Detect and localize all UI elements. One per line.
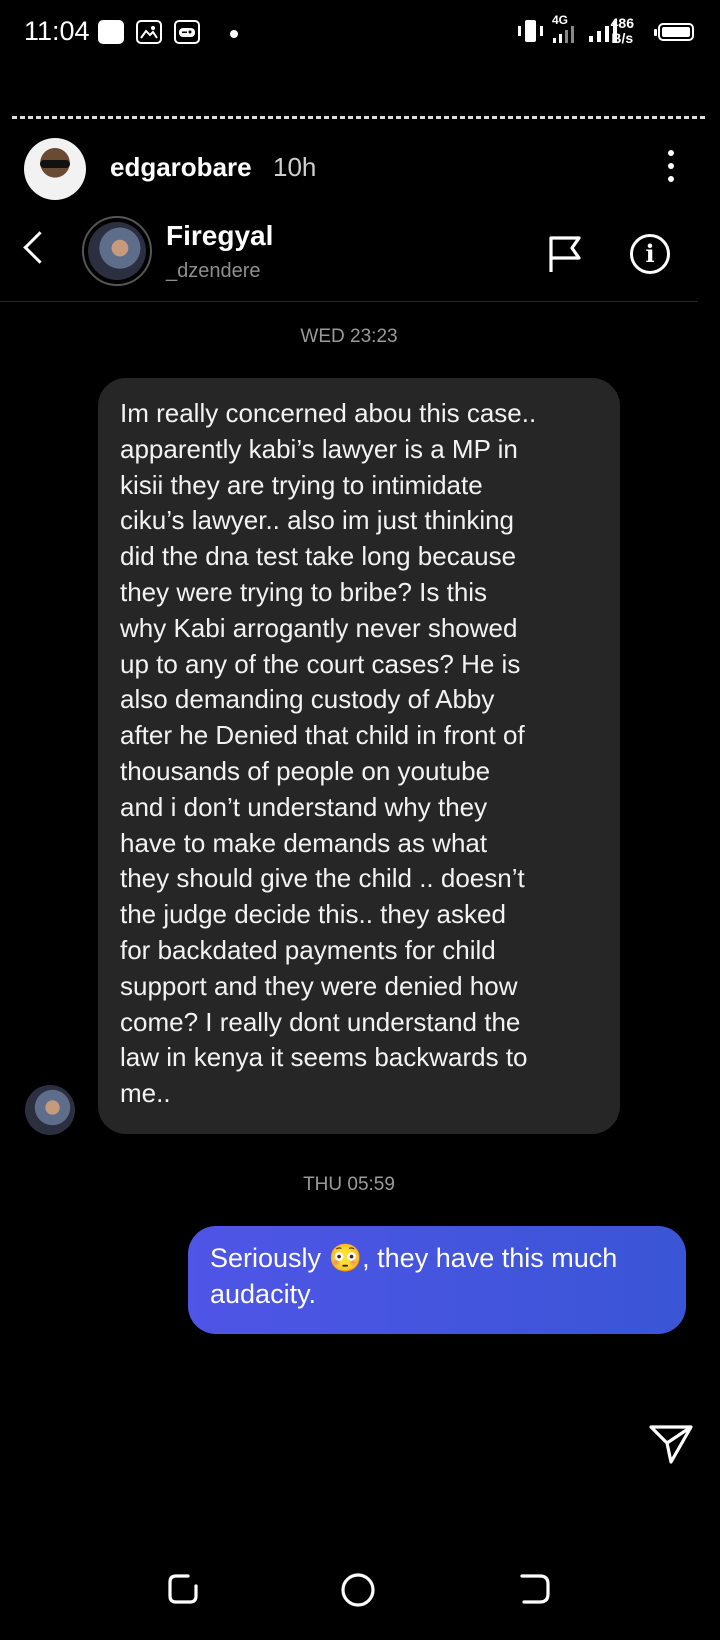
story-user-avatar[interactable] (24, 138, 86, 200)
sender-avatar[interactable] (25, 1085, 75, 1135)
status-time: 11:04 (24, 16, 90, 46)
vibrate-icon (516, 18, 546, 49)
more-notifications-dot (230, 30, 238, 38)
story-username[interactable]: edgarobare (110, 152, 252, 183)
more-vertical-icon[interactable] (668, 150, 674, 189)
incoming-message-bubble[interactable]: Im really concerned abou this case.. app… (98, 378, 620, 1134)
network-type-label: 4G (552, 13, 569, 27)
send-icon[interactable] (648, 1422, 694, 1466)
notification-icon (98, 20, 124, 44)
flag-icon[interactable] (548, 234, 582, 274)
network-speed: 486 B/s (611, 16, 634, 46)
message-timestamp: THU 05:59 (303, 1174, 395, 1195)
home-nav-icon[interactable] (340, 1572, 376, 1612)
outgoing-message-bubble[interactable]: Seriously 😳, they have this much audacit… (188, 1226, 686, 1334)
chevron-left-icon[interactable] (23, 231, 56, 264)
battery-icon (654, 23, 694, 41)
speed-value: 486 (610, 15, 634, 31)
chat-name[interactable]: Firegyal (166, 220, 273, 252)
game-controller-icon (174, 20, 200, 44)
story-progress-bar (12, 116, 708, 119)
info-icon[interactable]: i (630, 234, 670, 274)
header-divider (0, 301, 698, 302)
story-age: 10h (273, 152, 317, 182)
chat-avatar[interactable] (82, 216, 152, 286)
chat-handle: _dzendere (166, 260, 261, 282)
message-timestamp: WED 23:23 (300, 326, 398, 347)
signal-4g-icon: 4G (552, 14, 578, 49)
back-nav-icon[interactable] (518, 1572, 552, 1610)
recents-nav-icon[interactable] (166, 1572, 200, 1610)
speed-unit: B/s (611, 30, 634, 46)
gallery-icon (136, 20, 162, 44)
